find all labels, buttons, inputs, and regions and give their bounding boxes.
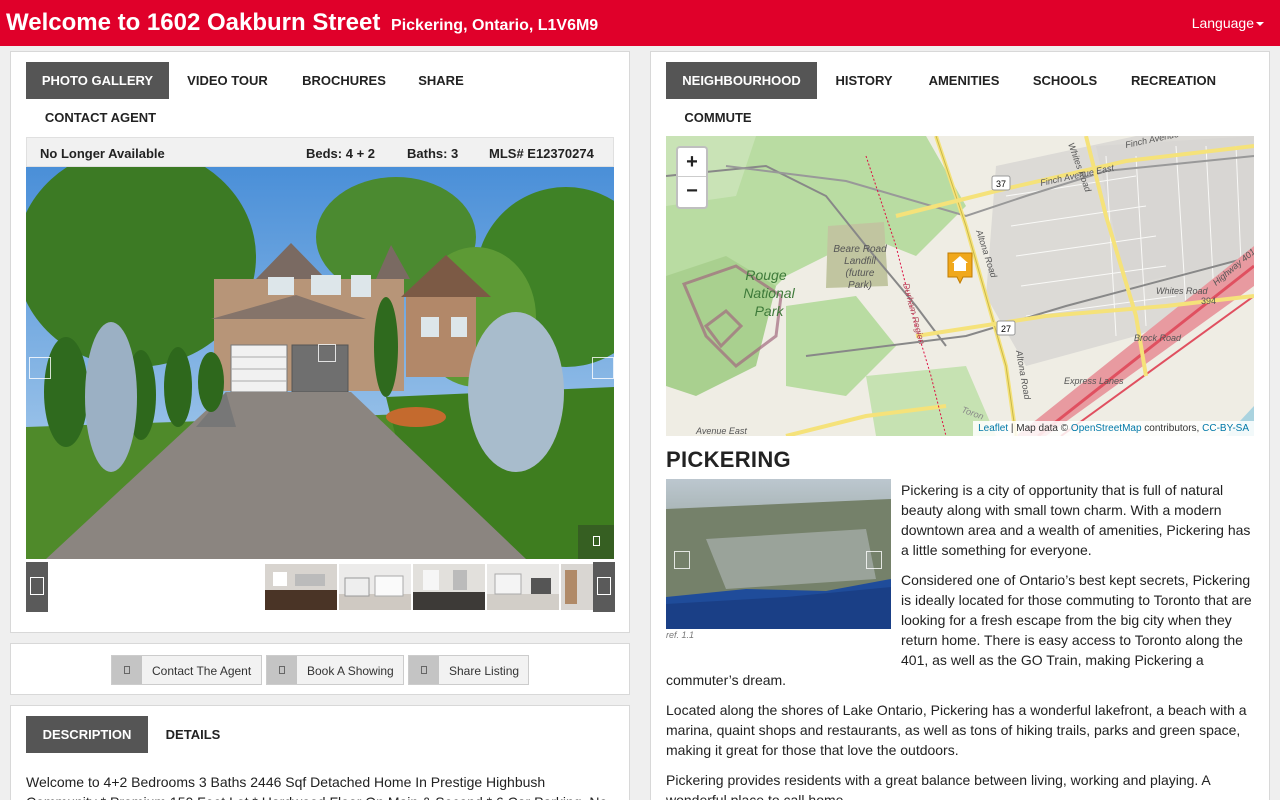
map-label-rouge-line3: Park	[755, 303, 785, 319]
description-text: Welcome to 4+2 Bedrooms 3 Baths 2446 Sqf…	[26, 774, 607, 800]
tab-schools[interactable]: SCHOOLS	[1017, 62, 1113, 99]
city-subtitle: Pickering, Ontario, L1V6M9	[391, 17, 599, 34]
photo-prev-icon[interactable]	[29, 357, 51, 379]
paragraph-1: Pickering is a city of opportunity that …	[901, 482, 1251, 558]
site-header: Welcome to 1602 Oakburn Street Pickering…	[0, 0, 1280, 46]
tab-description[interactable]: DESCRIPTION	[26, 716, 148, 753]
neighbourhood-panel: NEIGHBOURHOOD HISTORY AMENITIES SCHOOLS …	[650, 51, 1270, 800]
map-label-avenue-east: Avenue East	[695, 426, 747, 436]
tab-video-tour[interactable]: VIDEO TOUR	[169, 62, 286, 99]
map-zoom-control: + −	[676, 146, 708, 209]
contact-agent-button[interactable]: Contact The Agent	[111, 655, 262, 685]
aerial-photo	[666, 479, 891, 629]
address-title: Welcome to 1602 Oakburn Street	[6, 9, 381, 36]
home-marker-icon[interactable]	[946, 251, 974, 285]
tab-neighbourhood[interactable]: NEIGHBOURHOOD	[666, 62, 817, 99]
leaflet-link[interactable]: Leaflet	[978, 423, 1008, 434]
listing-baths: Baths: 3	[407, 146, 459, 161]
openstreetmap-link[interactable]: OpenStreetMap	[1071, 423, 1142, 434]
gallery-panel: PHOTO GALLERY VIDEO TOUR BROCHURES SHARE…	[10, 51, 630, 633]
paragraph-4: Pickering provides residents with a grea…	[666, 772, 1210, 800]
route-394-label: 394	[1201, 296, 1216, 306]
map-label-landfill-1: Beare Road	[833, 244, 887, 255]
photo-frame-icon	[318, 344, 336, 362]
map-label-whites-rd: Whites Road	[1156, 286, 1209, 296]
map-attribution: Leaflet | Map data © OpenStreetMap contr…	[973, 421, 1254, 436]
tab-contact-agent[interactable]: CONTACT AGENT	[26, 99, 175, 136]
chevron-right-icon	[597, 577, 611, 595]
neighbourhood-map[interactable]: Rouge National Park Beare Road Landfill …	[666, 136, 1254, 436]
paragraph-2b: commuter’s dream.	[666, 672, 787, 688]
actions-panel: Contact The Agent Book A Showing Share L…	[10, 643, 630, 695]
share-listing-button[interactable]: Share Listing	[408, 655, 529, 685]
listing-info-bar: No Longer Available Beds: 4 + 2 Baths: 3…	[26, 137, 614, 167]
zoom-in-button[interactable]: +	[678, 148, 706, 177]
contributors-text: contributors,	[1141, 423, 1203, 434]
listing-mls: MLS# E12370274	[489, 146, 594, 161]
share-listing-label: Share Listing	[449, 664, 520, 678]
book-showing-button[interactable]: Book A Showing	[266, 655, 404, 685]
tab-brochures[interactable]: BROCHURES	[286, 62, 402, 99]
fullscreen-icon	[593, 536, 600, 546]
map-label-brock: Brock Road	[1134, 333, 1182, 343]
map-data-text: | Map data ©	[1008, 423, 1071, 434]
aerial-next-icon[interactable]	[866, 551, 882, 569]
thumb-next-button[interactable]	[593, 562, 615, 612]
contact-agent-label: Contact The Agent	[152, 664, 252, 678]
aerial-prev-icon[interactable]	[674, 551, 690, 569]
caret-down-icon	[1256, 22, 1264, 27]
tab-amenities[interactable]: AMENITIES	[911, 62, 1017, 99]
map-label-landfill-3: (future	[846, 268, 875, 279]
thumbnail-5[interactable]	[561, 564, 593, 610]
zoom-out-button[interactable]: −	[678, 177, 706, 206]
map-label-landfill-4: Park)	[848, 280, 872, 291]
image-reference: ref. 1.1	[666, 630, 695, 640]
calendar-icon	[267, 656, 297, 684]
tab-details[interactable]: DETAILS	[148, 716, 238, 753]
share-icon	[409, 656, 439, 684]
description-panel: DESCRIPTION DETAILS Welcome to 4+2 Bedro…	[10, 705, 630, 800]
page-title: Welcome to 1602 Oakburn Street Pickering…	[6, 9, 598, 37]
map-tiles: Rouge National Park Beare Road Landfill …	[666, 136, 1254, 436]
paragraph-3: Located along the shores of Lake Ontario…	[666, 702, 1247, 758]
tab-history[interactable]: HISTORY	[817, 62, 911, 99]
neighbourhood-title: PICKERING	[666, 447, 791, 472]
map-label-rouge-line1: Rouge	[745, 267, 786, 283]
book-showing-label: Book A Showing	[307, 664, 394, 678]
contact-icon	[112, 656, 142, 684]
thumbnail-4[interactable]	[487, 564, 559, 610]
tab-commute[interactable]: COMMUTE	[666, 99, 770, 136]
thumbnail-3[interactable]	[413, 564, 485, 610]
language-label: Language	[1191, 15, 1254, 31]
tab-recreation[interactable]: RECREATION	[1113, 62, 1234, 99]
thumbnail-1[interactable]	[265, 564, 337, 610]
photo-next-icon[interactable]	[592, 357, 614, 379]
listing-status: No Longer Available	[40, 146, 165, 161]
map-label-landfill-2: Landfill	[844, 256, 876, 267]
route-37-label: 37	[996, 179, 1006, 189]
tab-photo-gallery[interactable]: PHOTO GALLERY	[26, 62, 169, 99]
paragraph-2a: Considered one of Ontario’s best kept se…	[901, 572, 1252, 668]
route-27-label: 27	[1001, 324, 1011, 334]
listing-beds: Beds: 4 + 2	[306, 146, 376, 161]
thumb-prev-button[interactable]	[26, 562, 48, 612]
fullscreen-button[interactable]	[578, 525, 614, 559]
language-dropdown[interactable]: Language	[1192, 15, 1264, 31]
cc-by-sa-link[interactable]: CC-BY-SA	[1202, 423, 1249, 434]
tab-share[interactable]: SHARE	[402, 62, 480, 99]
main-photo	[26, 167, 614, 559]
map-label-rouge-line2: National	[743, 285, 795, 301]
chevron-left-icon	[30, 577, 44, 595]
map-label-express: Express Lanes	[1064, 376, 1124, 386]
thumbnail-2[interactable]	[339, 564, 411, 610]
